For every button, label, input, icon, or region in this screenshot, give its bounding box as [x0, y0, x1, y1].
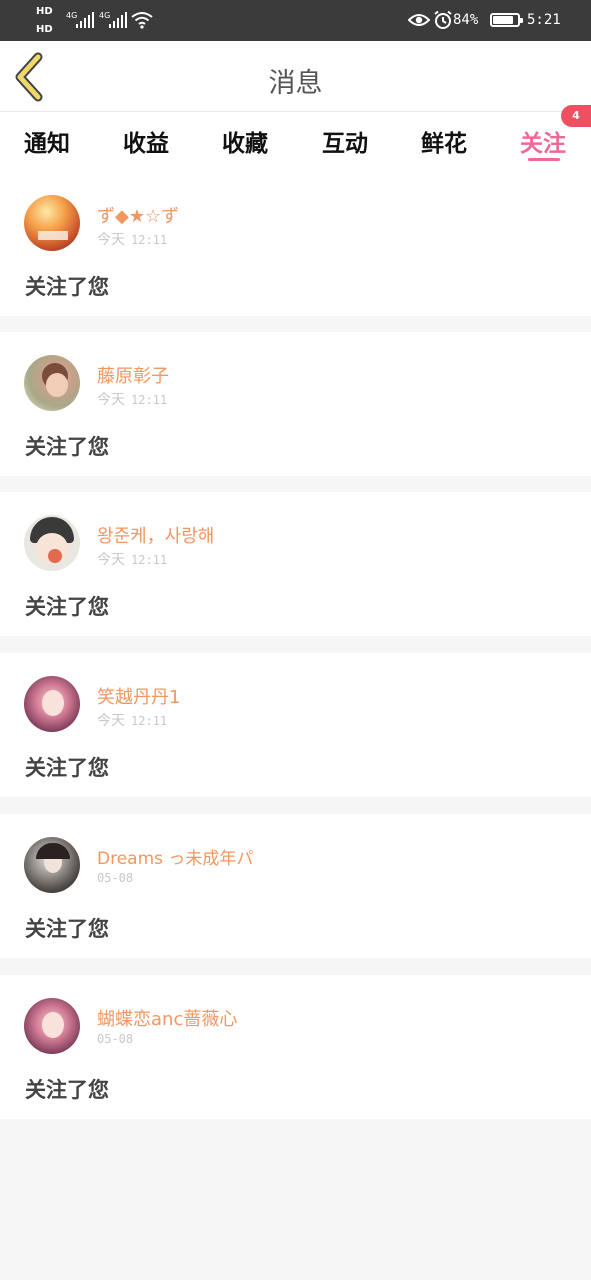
- avatar[interactable]: [24, 515, 80, 571]
- message-card[interactable]: 왕준케，사랑해 今天 12:11 关注了您: [0, 492, 591, 636]
- timestamp: 今天 12:11: [97, 232, 168, 248]
- avatar[interactable]: [24, 837, 80, 893]
- hd-indicator-1: HD: [36, 6, 53, 17]
- username[interactable]: 蝴蝶恋anc蔷薇心: [97, 1005, 237, 1031]
- username[interactable]: 笑越丹丹1: [97, 683, 180, 709]
- eye-icon: [408, 14, 430, 26]
- battery-percent: 84%: [453, 12, 479, 28]
- message-card[interactable]: Dreams っ未成年パ 05-08 关注了您: [0, 814, 591, 958]
- message-text: 关注了您: [25, 275, 109, 299]
- message-card[interactable]: ず◆★☆ず 今天 12:11 关注了您: [0, 172, 591, 316]
- timestamp: 05-08: [97, 871, 134, 885]
- signal-icon-1: [76, 12, 94, 28]
- hd-indicator-2: HD: [36, 24, 53, 35]
- tab-flowers[interactable]: 鲜花: [421, 124, 467, 158]
- message-text: 关注了您: [25, 595, 109, 619]
- tab-bar: 通知 收益 收藏 互动 鲜花 关注: [0, 112, 591, 172]
- avatar[interactable]: [24, 195, 80, 251]
- alarm-icon: [434, 10, 452, 29]
- battery-fill: [493, 16, 514, 24]
- username[interactable]: ず◆★☆ず: [97, 202, 179, 228]
- page-title: 消息: [268, 68, 323, 99]
- tab-favorites[interactable]: 收藏: [222, 124, 268, 158]
- message-text: 关注了您: [25, 435, 109, 459]
- message-text: 关注了您: [25, 1078, 109, 1102]
- signal-icon-2: [109, 12, 127, 28]
- tab-following[interactable]: 关注: [520, 124, 566, 158]
- message-card[interactable]: 笑越丹丹1 今天 12:11 关注了您: [0, 653, 591, 797]
- clock: 5:21: [527, 12, 561, 28]
- timestamp: 今天 12:11: [97, 713, 168, 729]
- timestamp: 05-08: [97, 1032, 134, 1046]
- tab-notifications[interactable]: 通知: [24, 124, 70, 158]
- app-header: 消息: [0, 41, 591, 112]
- message-text: 关注了您: [25, 917, 109, 941]
- avatar[interactable]: [24, 998, 80, 1054]
- tab-earnings[interactable]: 收益: [123, 124, 169, 158]
- timestamp: 今天 12:11: [97, 392, 168, 408]
- status-bar: HD HD 4G 4G 84% 5:21: [0, 0, 591, 41]
- avatar[interactable]: [24, 355, 80, 411]
- battery-icon: [490, 13, 523, 27]
- avatar[interactable]: [24, 676, 80, 732]
- message-text: 关注了您: [25, 756, 109, 780]
- following-badge: 4: [561, 105, 591, 127]
- username[interactable]: Dreams っ未成年パ: [97, 844, 253, 869]
- message-card[interactable]: 蝴蝶恋anc蔷薇心 05-08 关注了您: [0, 975, 591, 1119]
- message-card[interactable]: 藤原彰子 今天 12:11 关注了您: [0, 332, 591, 476]
- username[interactable]: 왕준케，사랑해: [97, 522, 214, 548]
- active-tab-indicator: [528, 158, 560, 161]
- tab-interactions[interactable]: 互动: [322, 124, 368, 158]
- username[interactable]: 藤原彰子: [97, 362, 169, 388]
- wifi-icon: [131, 12, 153, 29]
- timestamp: 今天 12:11: [97, 552, 168, 568]
